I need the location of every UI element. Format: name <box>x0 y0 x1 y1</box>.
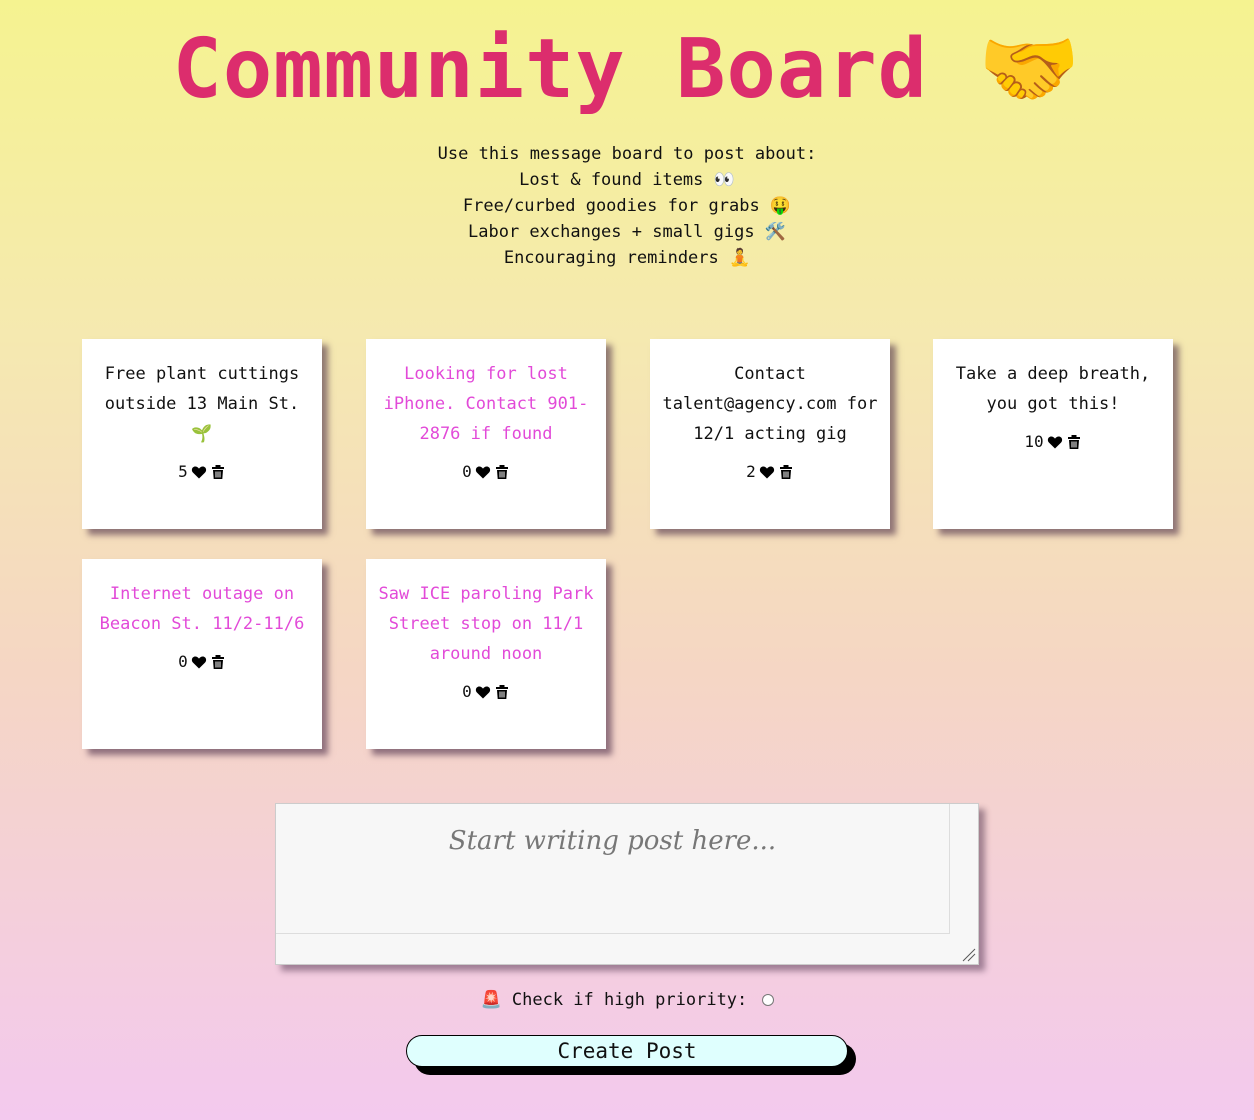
like-count: 0 <box>462 682 472 701</box>
vertical-scrollbar[interactable] <box>949 804 978 935</box>
like-count: 2 <box>746 462 756 481</box>
resize-grip-icon[interactable] <box>962 948 976 962</box>
heart-icon[interactable] <box>759 464 775 480</box>
post-card: Saw ICE paroling Park Street stop on 11/… <box>366 559 606 749</box>
intro-item: Lost & found items 👀 <box>519 170 735 190</box>
page-title: Community Board 🤝 <box>0 22 1254 118</box>
post-actions: 0 <box>378 457 594 487</box>
trash-icon[interactable] <box>778 464 794 480</box>
like-count: 0 <box>178 652 188 671</box>
like-count: 0 <box>462 462 472 481</box>
like-count: 5 <box>178 462 188 481</box>
trash-icon[interactable] <box>210 464 226 480</box>
intro-item: Encouraging reminders 🧘 <box>503 248 751 268</box>
post-card: Internet outage on Beacon St. 11/2-11/6 … <box>82 559 322 749</box>
post-card: Free plant cuttings outside 13 Main St. … <box>82 339 322 529</box>
siren-icon: 🚨 <box>480 990 502 1010</box>
heart-icon[interactable] <box>475 464 491 480</box>
intro-lead: Use this message board to post about: <box>437 144 817 164</box>
trash-icon[interactable] <box>1066 434 1082 450</box>
post-card: Take a deep breath, you got this! 10 <box>933 339 1173 529</box>
post-actions: 10 <box>945 427 1161 457</box>
post-text: Saw ICE paroling Park Street stop on 11/… <box>378 584 594 664</box>
priority-row: 🚨 Check if high priority: <box>0 990 1254 1010</box>
post-actions: 0 <box>94 647 310 677</box>
heart-icon[interactable] <box>475 684 491 700</box>
handshake-icon: 🤝 <box>978 22 1082 117</box>
post-text: Looking for lost iPhone. Contact 901-287… <box>383 364 589 444</box>
post-text: Internet outage on Beacon St. 11/2-11/6 <box>99 584 305 634</box>
post-text: Take a deep breath, you got this! <box>955 364 1151 414</box>
trash-icon[interactable] <box>210 654 226 670</box>
post-text: Contact talent@agency.com for 12/1 actin… <box>662 364 878 444</box>
trash-icon[interactable] <box>494 464 510 480</box>
like-count: 10 <box>1024 432 1044 451</box>
post-text: Free plant cuttings outside 13 Main St. … <box>104 364 300 444</box>
post-actions: 0 <box>378 677 594 707</box>
priority-label: Check if high priority: <box>511 990 748 1010</box>
post-composer <box>275 803 979 965</box>
create-post-button[interactable]: Create Post <box>406 1035 848 1067</box>
intro-item: Free/curbed goodies for grabs 🤑 <box>462 196 792 216</box>
post-card: Looking for lost iPhone. Contact 901-287… <box>366 339 606 529</box>
intro-section: Use this message board to post about: Lo… <box>0 141 1254 271</box>
post-card: Contact talent@agency.com for 12/1 actin… <box>650 339 890 529</box>
post-input[interactable] <box>276 804 950 934</box>
priority-radio[interactable] <box>761 994 774 1006</box>
post-actions: 5 <box>94 457 310 487</box>
intro-item: Labor exchanges + small gigs 🛠️ <box>468 222 786 242</box>
heart-icon[interactable] <box>191 654 207 670</box>
heart-icon[interactable] <box>1047 434 1063 450</box>
trash-icon[interactable] <box>494 684 510 700</box>
title-text: Community Board <box>172 22 929 117</box>
create-post-wrap: Create Post <box>406 1035 858 1077</box>
post-actions: 2 <box>662 457 878 487</box>
heart-icon[interactable] <box>191 464 207 480</box>
